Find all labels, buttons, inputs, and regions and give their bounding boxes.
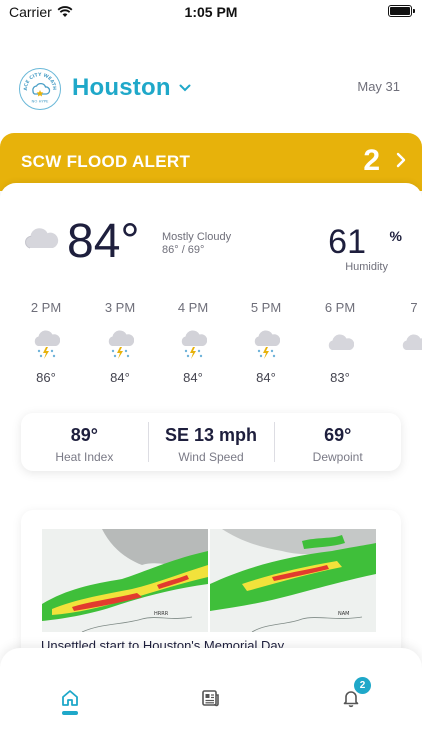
status-bar: Carrier 1:05 PM	[0, 0, 422, 24]
hour-temp: 84°	[110, 370, 130, 385]
wind-speed-stat: SE 13 mph Wind Speed	[147, 413, 275, 471]
heat-index-value: 89°	[70, 425, 98, 445]
tab-bar	[0, 648, 422, 750]
alert-count: 2	[363, 144, 380, 177]
city-name: Houston	[72, 74, 171, 101]
high-low-temperature: 86° / 69°	[162, 244, 205, 256]
humidity-value: 61	[328, 223, 366, 261]
alerts-badge: 2	[354, 677, 371, 694]
hour-time: 6 PM	[324, 300, 356, 315]
alert-title: SCW FLOOD ALERT	[21, 152, 191, 171]
logo-text-top: SPACE CITY WEATHER	[20, 69, 57, 91]
radar-image: HRRR NAM	[42, 529, 376, 632]
humidity-label: Humidity	[345, 261, 388, 273]
active-tab-indicator	[62, 711, 78, 715]
heat-index-label: Heat Index	[55, 450, 114, 464]
svg-text:SPACE CITY WEATHER: SPACE CITY WEATHER	[20, 69, 57, 91]
wind-speed-label: Wind Speed	[178, 450, 244, 464]
news-card[interactable]: HRRR NAM Unsettled start to Houston's Me…	[21, 510, 401, 670]
app-logo: SPACE CITY WEATHER NO HYPE	[19, 68, 61, 110]
radar-label-nam: NAM	[338, 611, 349, 617]
news-icon	[202, 690, 219, 707]
city-selector[interactable]: Houston	[72, 74, 191, 102]
battery-icon	[388, 5, 415, 17]
cloud-icon	[25, 228, 59, 249]
hourly-forecast[interactable]: 2 PM 86° 3 PM 84° 4 PM 84° 5 PM 84° 6 PM…	[0, 300, 422, 390]
wind-speed-value: SE 13 mph	[164, 425, 258, 445]
chevron-down-icon	[179, 84, 191, 92]
home-icon	[62, 690, 78, 706]
hourly-item: 2 PM 86°	[16, 300, 76, 385]
hour-time: 7	[410, 300, 418, 315]
humidity-unit: %	[389, 228, 402, 244]
radar-label-hrrr: HRRR	[154, 611, 169, 617]
hour-time: 2 PM	[30, 300, 62, 315]
dewpoint-value: 69°	[324, 425, 352, 445]
current-condition: Mostly Cloudy	[162, 231, 232, 243]
hourly-item: 6 PM 83°	[310, 300, 370, 385]
thunderstorm-icon	[254, 330, 280, 359]
hour-temp: 84°	[256, 370, 276, 385]
hourly-item: 3 PM 84°	[90, 300, 150, 385]
tab-home[interactable]	[56, 684, 84, 712]
dewpoint-label: Dewpoint	[312, 450, 363, 464]
dewpoint-stat: 69° Dewpoint	[274, 413, 401, 471]
chevron-right-icon	[396, 152, 406, 168]
heat-index-stat: 89° Heat Index	[21, 413, 148, 471]
current-date: May 31	[357, 79, 400, 94]
hourly-item: 4 PM 84°	[163, 300, 223, 385]
thunderstorm-icon	[34, 330, 60, 359]
hour-time: 4 PM	[177, 300, 209, 315]
status-time: 1:05 PM	[184, 4, 238, 20]
hour-temp: 86°	[36, 370, 56, 385]
hour-time: 3 PM	[104, 300, 136, 315]
cloud-icon	[328, 334, 354, 350]
conditions-card: 89° Heat Index SE 13 mph Wind Speed 69° …	[21, 413, 401, 471]
hourly-item: 7	[384, 300, 422, 370]
current-temperature: 84°	[67, 215, 140, 268]
tab-news[interactable]	[196, 684, 224, 712]
hour-temp: 84°	[183, 370, 203, 385]
hour-temp: 83°	[330, 370, 350, 385]
logo-text-bottom: NO HYPE	[32, 99, 49, 104]
hour-time: 5 PM	[250, 300, 282, 315]
thunderstorm-icon	[181, 330, 207, 359]
cloud-icon	[402, 334, 422, 350]
thunderstorm-icon	[108, 330, 134, 359]
hourly-item: 5 PM 84°	[236, 300, 296, 385]
